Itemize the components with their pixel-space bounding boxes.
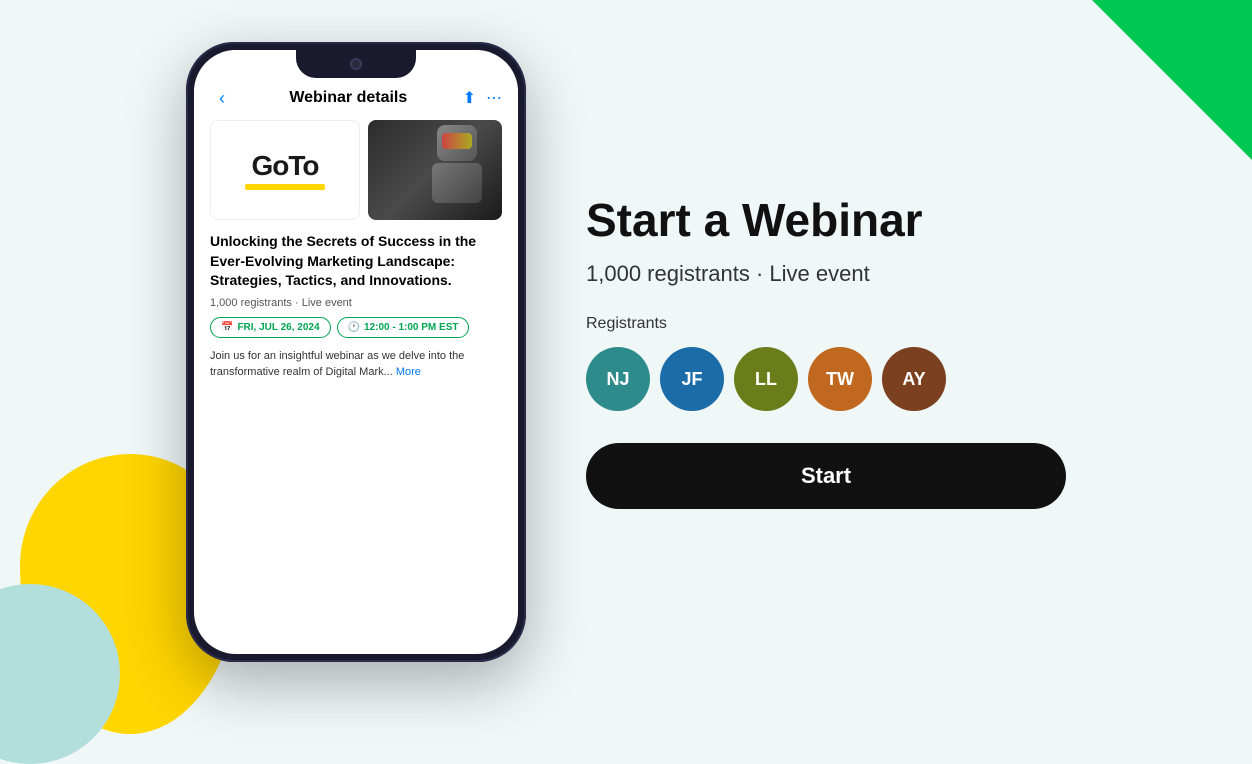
webinar-title: Unlocking the Secrets of Success in the … xyxy=(210,232,502,291)
avatar-jf: JF xyxy=(660,347,724,411)
phone-container: ‹ Webinar details ⬆ ⋯ GoTo xyxy=(186,42,526,662)
clock-icon: 🕐 xyxy=(348,322,360,333)
date-badge: 📅 FRI, JUL 26, 2024 xyxy=(210,317,331,338)
date-badge-text: FRI, JUL 26, 2024 xyxy=(237,322,319,333)
avatars-row: NJ JF LL TW AY xyxy=(586,347,1066,411)
start-title: Start a Webinar xyxy=(586,195,1066,246)
goto-underline xyxy=(245,184,325,190)
webinar-description: Join us for an insightful webinar as we … xyxy=(210,348,502,381)
right-panel: Start a Webinar 1,000 registrants · Live… xyxy=(586,195,1066,510)
phone-body: GoTo xyxy=(194,120,518,654)
avatar-tw: TW xyxy=(808,347,872,411)
phone-header-actions: ⬆ ⋯ xyxy=(463,88,502,108)
robot-body xyxy=(432,163,482,203)
calendar-icon: 📅 xyxy=(221,322,233,333)
webinar-meta: 1,000 registrants · Live event xyxy=(210,297,502,309)
registrants-label: Registrants xyxy=(586,315,1066,333)
robot-visor xyxy=(442,133,472,149)
webinar-image xyxy=(368,120,502,220)
robot-head xyxy=(437,125,477,161)
phone-mockup: ‹ Webinar details ⬆ ⋯ GoTo xyxy=(186,42,526,662)
main-container: ‹ Webinar details ⬆ ⋯ GoTo xyxy=(0,0,1252,704)
phone-content: ‹ Webinar details ⬆ ⋯ GoTo xyxy=(194,50,518,654)
more-icon[interactable]: ⋯ xyxy=(486,88,502,108)
event-info: 1,000 registrants · Live event xyxy=(586,261,1066,287)
robot-image xyxy=(422,125,492,215)
phone-camera xyxy=(350,58,362,70)
phone-screen: ‹ Webinar details ⬆ ⋯ GoTo xyxy=(194,50,518,654)
goto-logo-text: GoTo xyxy=(251,150,318,182)
webinar-logo: GoTo xyxy=(210,120,360,220)
upload-icon[interactable]: ⬆ xyxy=(463,88,476,108)
webinar-badges: 📅 FRI, JUL 26, 2024 🕐 12:00 - 1:00 PM ES… xyxy=(210,317,502,338)
webinar-hero: GoTo xyxy=(210,120,502,220)
avatar-ll: LL xyxy=(734,347,798,411)
avatar-nj: NJ xyxy=(586,347,650,411)
phone-notch xyxy=(296,50,416,78)
back-button[interactable]: ‹ xyxy=(210,86,234,110)
time-badge-text: 12:00 - 1:00 PM EST xyxy=(364,322,458,333)
avatar-ay: AY xyxy=(882,347,946,411)
more-link[interactable]: More xyxy=(396,366,421,378)
phone-header-title: Webinar details xyxy=(289,89,407,107)
start-button[interactable]: Start xyxy=(586,443,1066,509)
time-badge: 🕐 12:00 - 1:00 PM EST xyxy=(337,317,470,338)
